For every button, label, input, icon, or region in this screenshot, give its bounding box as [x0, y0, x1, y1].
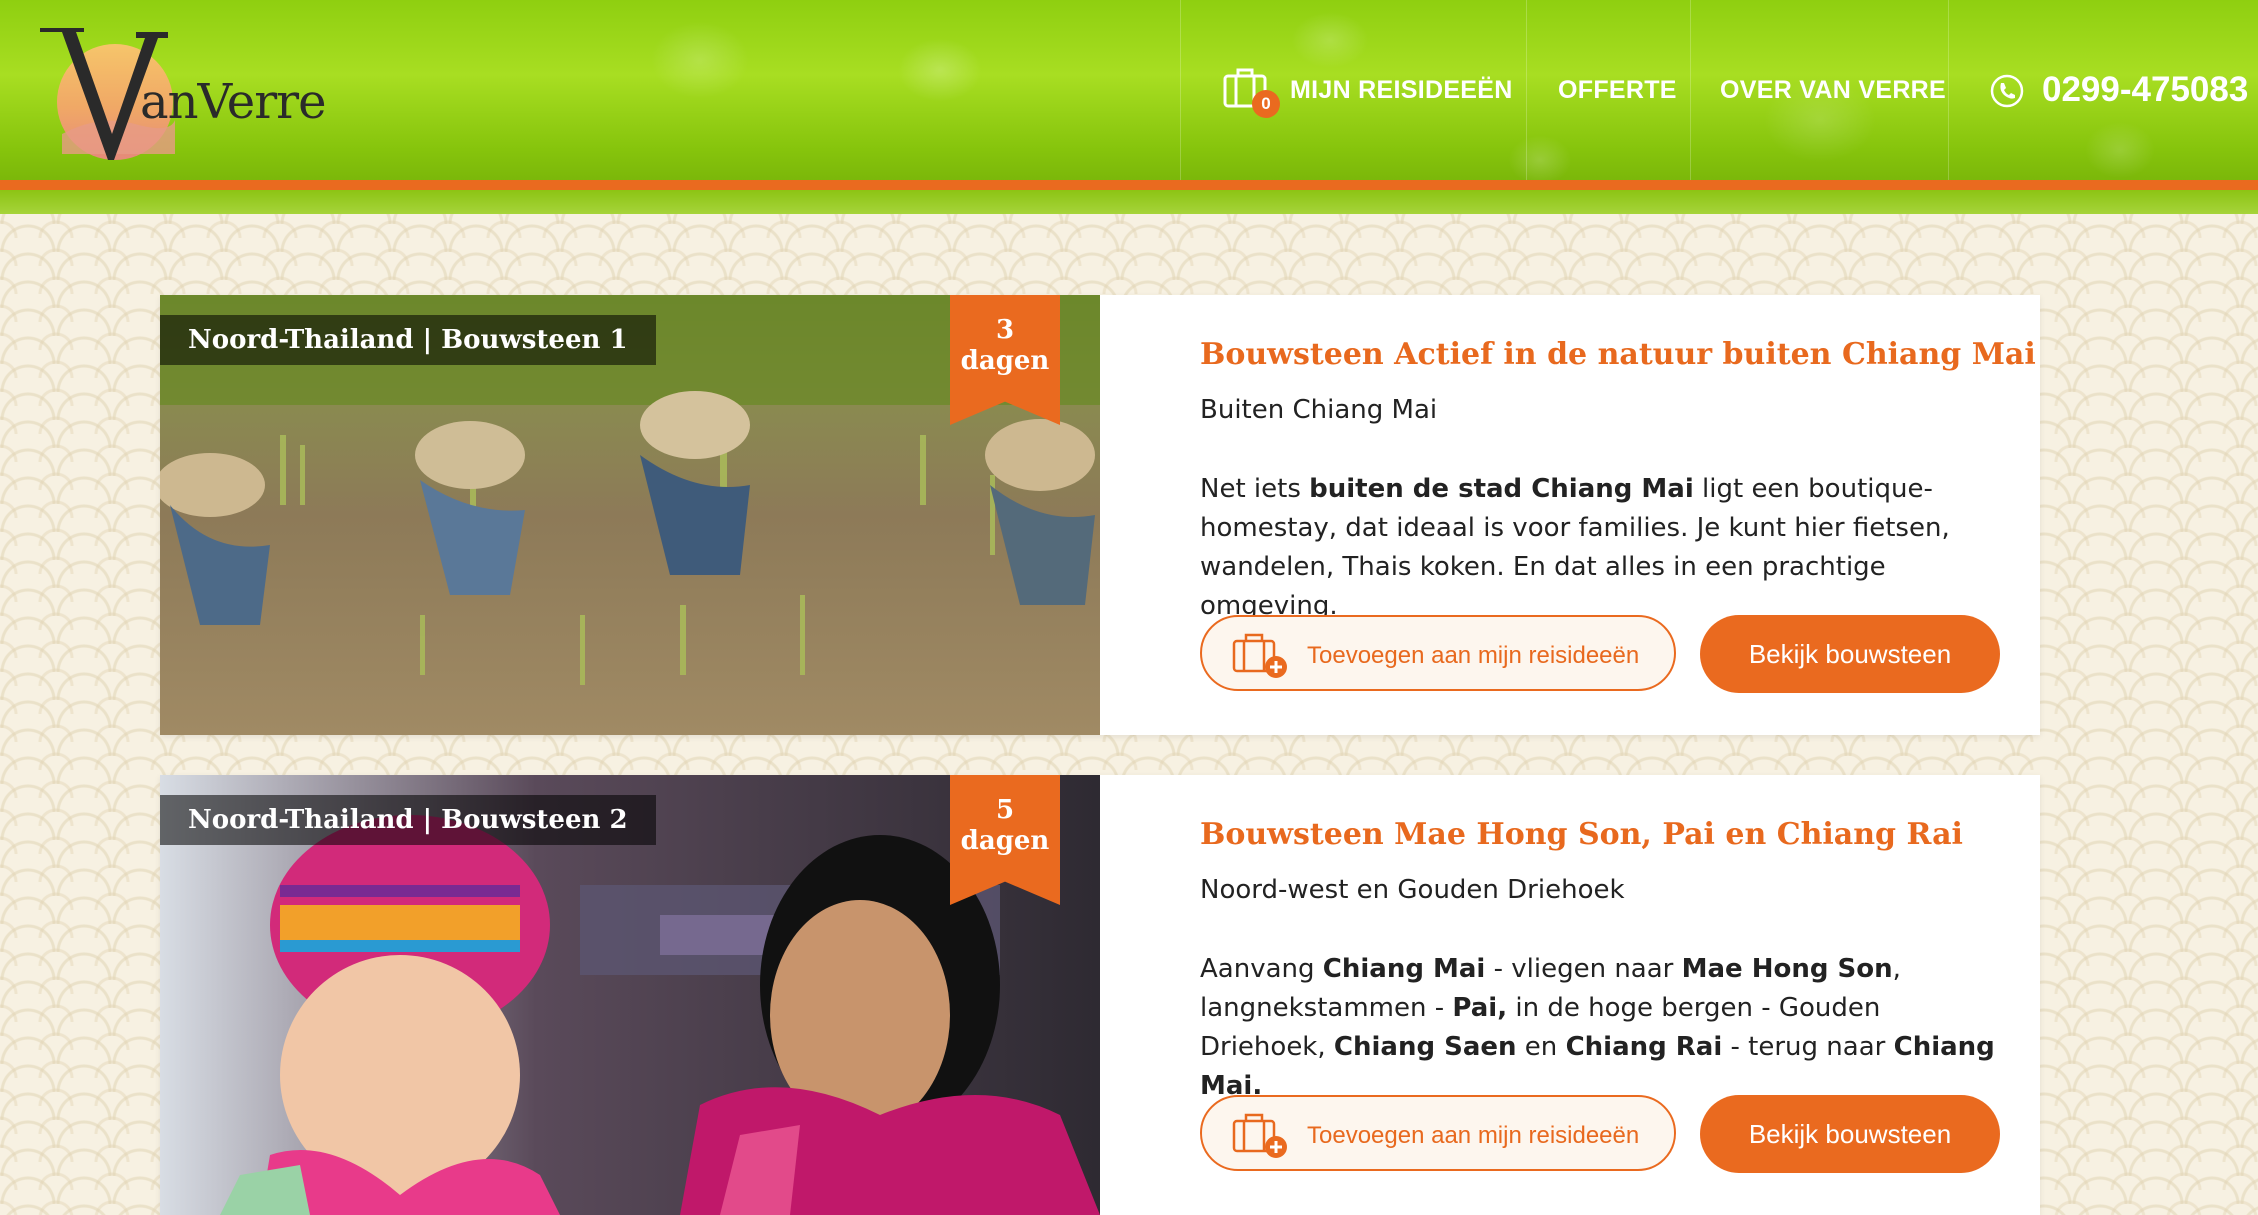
card: Noord-Thailand | Bouwsteen 1 3 dagen Bou…	[160, 295, 2040, 735]
view-bouwsteen-button[interactable]: Bekijk bouwsteen	[1700, 615, 2000, 693]
description-text: en	[1516, 1032, 1566, 1062]
nav-offerte[interactable]: OFFERTE	[1558, 76, 1677, 105]
suitcase-add-icon	[1232, 1113, 1287, 1158]
add-to-ideas-button[interactable]: Toevoegen aan mijn reisideeën	[1200, 615, 1676, 691]
card-body: Bouwsteen Actief in de natuur buiten Chi…	[1200, 295, 2036, 735]
nav-divider	[1526, 0, 1527, 180]
description-bold-text: Mae Hong Son	[1681, 954, 1893, 984]
description-bold-text: Chiang Saen	[1333, 1032, 1517, 1062]
nav-over-van-verre[interactable]: OVER VAN VERRE	[1720, 76, 1946, 105]
card-subtitle: Buiten Chiang Mai	[1200, 395, 1438, 425]
nav-mijn-reisideeen[interactable]: MIJN REISIDEEËN	[1290, 76, 1513, 105]
phone-icon	[1990, 74, 2024, 108]
description-text: - terug naar	[1722, 1032, 1894, 1062]
description-text: Net iets	[1200, 474, 1310, 504]
add-to-ideas-label: Toevoegen aan mijn reisideeën	[1307, 642, 1640, 669]
logo[interactable]: anVerre	[40, 24, 340, 164]
view-bouwsteen-button[interactable]: Bekijk bouwsteen	[1700, 1095, 2000, 1173]
days-number: 5	[995, 795, 1015, 825]
card-description: Aanvang Chiang Mai - vliegen naar Mae Ho…	[1200, 950, 2000, 1106]
days-number: 3	[995, 315, 1015, 345]
phone-number[interactable]: 0299-475083	[2042, 70, 2248, 110]
header-bottom-strip	[0, 190, 2258, 214]
description-bold-text: Chiang Mai	[1322, 954, 1486, 984]
card-image[interactable]: Noord-Thailand | Bouwsteen 1 3 dagen	[160, 295, 1100, 735]
suitcase-add-icon	[1232, 633, 1287, 678]
logo-text: anVerre	[140, 74, 326, 130]
card-region-tag: Noord-Thailand | Bouwsteen 1	[160, 315, 656, 365]
card-region-tag: Noord-Thailand | Bouwsteen 2	[160, 795, 656, 845]
card-subtitle: Noord-west en Gouden Driehoek	[1200, 875, 1625, 905]
add-to-ideas-label: Toevoegen aan mijn reisideeën	[1307, 1122, 1640, 1149]
description-text: Aanvang	[1200, 954, 1323, 984]
nav-divider	[1180, 0, 1181, 180]
card-title[interactable]: Bouwsteen Actief in de natuur buiten Chi…	[1200, 337, 2036, 372]
days-label: dagen	[960, 346, 1050, 376]
card-body: Bouwsteen Mae Hong Son, Pai en Chiang Ra…	[1200, 775, 2000, 1215]
add-to-ideas-button[interactable]: Toevoegen aan mijn reisideeën	[1200, 1095, 1676, 1171]
card: Noord-Thailand | Bouwsteen 2 5 dagen Bou…	[160, 775, 2040, 1215]
card-title[interactable]: Bouwsteen Mae Hong Son, Pai en Chiang Ra…	[1200, 817, 1963, 852]
card-description: Net iets buiten de stad Chiang Mai ligt …	[1200, 470, 2000, 626]
days-label: dagen	[960, 826, 1050, 856]
nav-divider	[1948, 0, 1949, 180]
description-bold-text: Chiang Rai	[1565, 1032, 1723, 1062]
nav-divider	[1690, 0, 1691, 180]
description-bold-text: buiten de stad Chiang Mai	[1309, 474, 1694, 504]
cart-count-badge: 0	[1252, 90, 1280, 118]
description-text: - vliegen naar	[1485, 954, 1682, 984]
card-image[interactable]: Noord-Thailand | Bouwsteen 2 5 dagen	[160, 775, 1100, 1215]
description-bold-text: Pai,	[1452, 993, 1508, 1023]
header-accent-bar	[0, 180, 2258, 190]
